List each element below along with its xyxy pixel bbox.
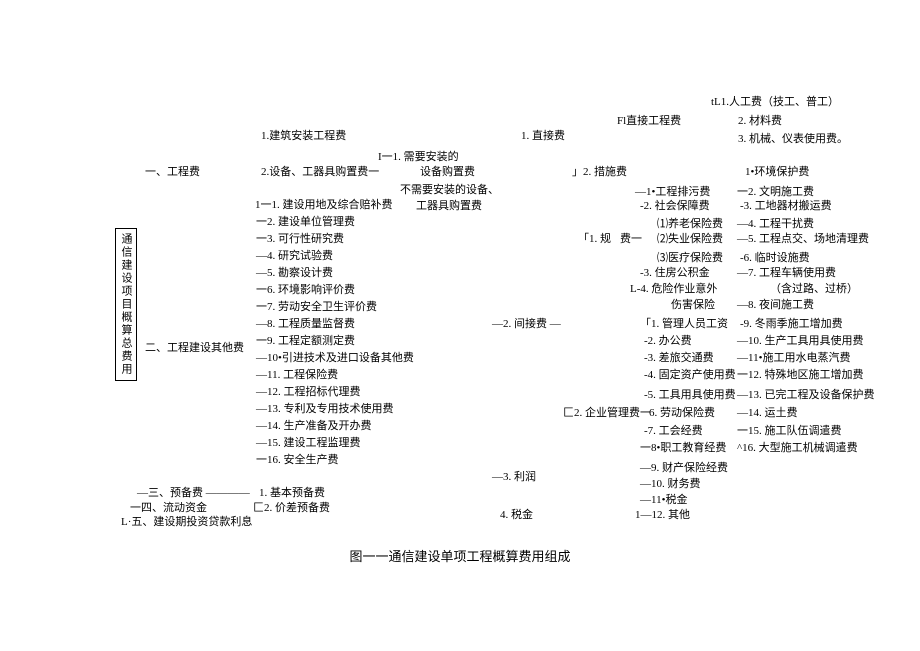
ent-6: 6. 劳动保险费 — [649, 404, 715, 420]
eng-equipment: 2.设备、工器具购置费一 — [261, 163, 379, 179]
measure-9: —10. 生产工具用具使用费 — [737, 332, 864, 348]
measure-14: 一15. 施工队伍调遣费 — [737, 422, 842, 438]
indirect-1: 费一 — [620, 230, 642, 246]
measure-6: —7. 工程车辆使用费 — [737, 264, 836, 280]
measure-header: 1•环境保护费 — [745, 163, 809, 179]
other-5: —5. 勘察设计费 — [256, 264, 333, 280]
eng-sub-1: 设备购置费 — [420, 163, 475, 179]
ent-3: -3. 差旅交通费 — [644, 349, 714, 365]
install-2: —2. 间接费 — — [492, 315, 561, 331]
reg-4b: 伤害保险 — [671, 296, 715, 312]
other-15: —15. 建设工程监理费 — [256, 434, 361, 450]
other-3: 一3. 可行性研究费 — [256, 230, 344, 246]
measure-12: —13. 已完工程及设备保护费 — [737, 386, 875, 402]
other-6: 一6. 环境影响评价费 — [256, 281, 355, 297]
measure-7: —8. 夜间施工费 — [737, 296, 814, 312]
measure-4: —5. 工程点交、场地清理费 — [737, 230, 869, 246]
ent-4: -4. 固定资产使用费 — [644, 366, 736, 382]
measure-8: -9. 冬雨季施工增加费 — [740, 315, 843, 331]
l1-loan: L·五、建设期投资贷款利息 — [121, 513, 252, 529]
root-label: 通信建设项目概算总费用 — [115, 228, 137, 381]
install-4: 4. 税金 — [500, 506, 533, 522]
ent-5: -5. 工具用具使用费 — [644, 386, 736, 402]
indirect-2: 匚2. 企业管理费一 — [563, 404, 651, 420]
measure-5: -6. 临时设施费 — [740, 249, 810, 265]
de-1: tL1.人工费（技工、普工） — [711, 93, 839, 109]
install-3: —3. 利润 — [492, 468, 536, 484]
measure-15: ^16. 大型施工机械调遣费 — [737, 439, 858, 455]
figure-caption: 图一一通信建设单项工程概算费用组成 — [349, 546, 570, 565]
other-10: —10•引进技术及进口设备其他费 — [256, 349, 414, 365]
ent-9: —9. 财产保险经费 — [640, 459, 728, 475]
indirect-1-pre: 「1. 规 — [578, 230, 611, 246]
ent-8: 一8•职工教育经费 — [640, 439, 726, 455]
de-3: 3. 机械、仪表使用费。 — [738, 130, 848, 146]
reg-2-1: ⑴养老保险费 — [657, 215, 723, 231]
other-16: 一16. 安全生产费 — [256, 451, 339, 467]
eng-sub-3: 工器具购置费 — [416, 197, 482, 213]
measure-2: -3. 工地器材搬运费 — [740, 197, 832, 213]
ent-11: —11•税金 — [640, 491, 687, 507]
other-8: —8. 工程质量监督费 — [256, 315, 355, 331]
reg-3: -3. 住房公积金 — [640, 264, 710, 280]
direct-1: Fl直接工程费 — [617, 112, 681, 128]
eng-sub-intro: I一1. 需要安装的 — [378, 148, 459, 164]
l1-reserve: —三、预备费 ———— — [137, 484, 250, 500]
measure-6b: （含过路、过桥） — [770, 280, 858, 296]
other-2: 一2. 建设单位管理费 — [256, 213, 355, 229]
reg-2-2: ⑵失业保险费 — [657, 230, 723, 246]
ent-1: 「1. 管理人员工资 — [640, 315, 728, 331]
reserve-2: 匚2. 价差预备费 — [253, 499, 330, 515]
ent-7: -7. 工会经费 — [644, 422, 703, 438]
other-12: —12. 工程招标代理费 — [256, 383, 361, 399]
other-13: —13. 专利及专用技术使用费 — [256, 400, 394, 416]
reg-2: -2. 社会保障费 — [640, 197, 710, 213]
install-1: 1. 直接费 — [521, 127, 565, 143]
measure-11: 一12. 特殊地区施工增加费 — [737, 366, 864, 382]
other-11: —11. 工程保险费 — [256, 366, 338, 382]
l1-engineering: 一、工程费 — [145, 163, 200, 179]
other-4: —4. 研究试验费 — [256, 247, 333, 263]
ent-10: —10. 财务费 — [640, 475, 701, 491]
eng-sub-2: 不需要安装的设备、 — [400, 181, 499, 197]
direct-2: 」2. 措施费 — [572, 163, 627, 179]
measure-10: —11•施工用水电蒸汽费 — [737, 349, 850, 365]
other-1: 1一1. 建设用地及综合赔补费 — [255, 196, 393, 212]
l1-other: 二、工程建设其他费 — [145, 339, 244, 355]
other-9: 一9. 工程定额测定费 — [256, 332, 355, 348]
measure-3: —4. 工程干扰费 — [737, 215, 814, 231]
reserve-1: 1. 基本预备费 — [259, 484, 325, 500]
ent-2: -2. 办公费 — [644, 332, 692, 348]
reg-2-3: ⑶医疗保险费 — [657, 249, 723, 265]
de-2: 2. 材料费 — [738, 112, 782, 128]
reg-4: L-4. 危险作业意外 — [630, 280, 717, 296]
other-7: 一7. 劳动安全卫生评价费 — [256, 298, 377, 314]
eng-install: 1.建筑安装工程费 — [261, 127, 346, 143]
measure-13: —14. 运土费 — [737, 404, 798, 420]
other-14: —14. 生产准备及开办费 — [256, 417, 372, 433]
ent-12: 1—12. 其他 — [635, 506, 690, 522]
